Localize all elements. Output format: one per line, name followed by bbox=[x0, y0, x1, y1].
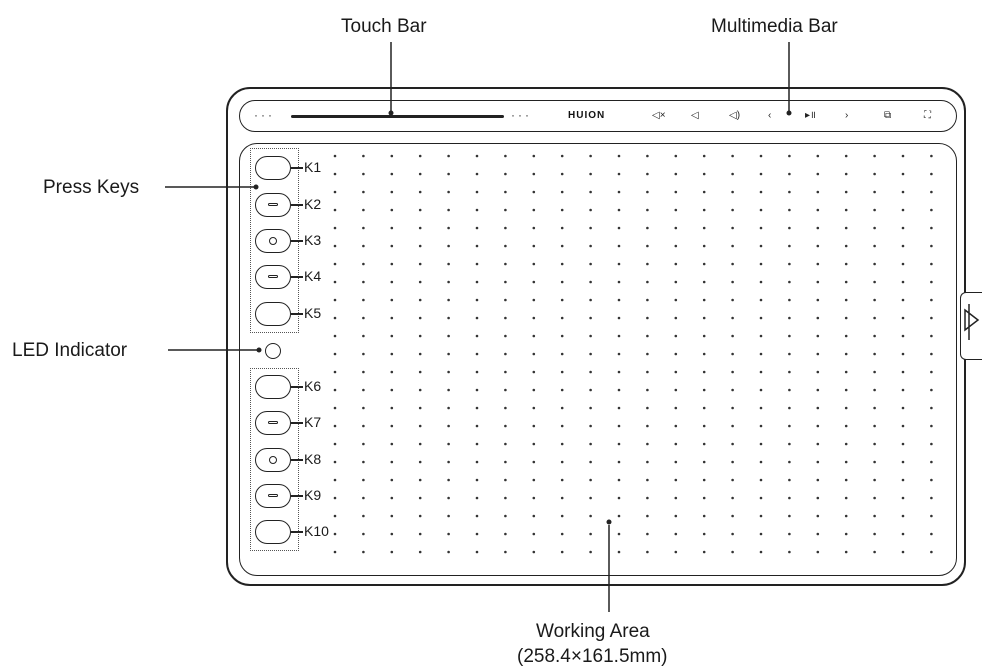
press-key-label-k7: K7 bbox=[304, 414, 322, 430]
touch-bar-label: Touch Bar bbox=[341, 16, 427, 37]
press-key-leader bbox=[291, 313, 303, 315]
press-key-label-k5: K5 bbox=[304, 305, 322, 321]
press-key-label-k1: K1 bbox=[304, 159, 322, 175]
key-dash-mark bbox=[268, 203, 278, 206]
press-key-k3[interactable] bbox=[255, 229, 291, 253]
touch-bar-dots-left: ··· bbox=[254, 108, 275, 122]
press-key-leader bbox=[291, 495, 303, 497]
press-key-k6[interactable] bbox=[255, 375, 291, 399]
key-dash-mark bbox=[268, 494, 278, 497]
press-key-label-k10: K10 bbox=[304, 523, 329, 539]
mute-icon[interactable]: ◁× bbox=[652, 111, 666, 121]
working-area-size-label: (258.4×161.5mm) bbox=[517, 646, 668, 667]
press-key-leader bbox=[291, 276, 303, 278]
press-key-label-k9: K9 bbox=[304, 487, 322, 503]
play-pause-icon[interactable]: ▸॥ bbox=[805, 111, 816, 121]
press-key-label-k2: K2 bbox=[304, 196, 322, 212]
press-key-leader bbox=[291, 459, 303, 461]
press-key-label-k8: K8 bbox=[304, 451, 322, 467]
key-ring-mark bbox=[269, 456, 277, 464]
press-key-k8[interactable] bbox=[255, 448, 291, 472]
volume-up-icon[interactable]: ◁) bbox=[729, 111, 740, 121]
touch-bar-slider[interactable] bbox=[291, 115, 504, 118]
led-indicator-label: LED Indicator bbox=[12, 340, 128, 361]
brand-logo: HUION bbox=[568, 110, 606, 121]
working-area[interactable] bbox=[239, 143, 957, 576]
fullscreen-icon[interactable]: ⛶ bbox=[924, 111, 931, 121]
press-key-k1[interactable] bbox=[255, 156, 291, 180]
press-key-k7[interactable] bbox=[255, 411, 291, 435]
key-dash-mark bbox=[268, 275, 278, 278]
press-key-k9[interactable] bbox=[255, 484, 291, 508]
key-ring-mark bbox=[269, 237, 277, 245]
previous-icon[interactable]: ‹ bbox=[768, 111, 771, 121]
press-key-label-k6: K6 bbox=[304, 378, 322, 394]
press-key-leader bbox=[291, 422, 303, 424]
key-dash-mark bbox=[268, 421, 278, 424]
touch-bar-dots-right: ··· bbox=[511, 108, 532, 122]
press-key-leader bbox=[291, 386, 303, 388]
multimedia-bar-label: Multimedia Bar bbox=[711, 16, 838, 37]
press-key-leader bbox=[291, 167, 303, 169]
press-key-leader bbox=[291, 240, 303, 242]
led-indicator bbox=[265, 343, 281, 359]
press-key-label-k3: K3 bbox=[304, 232, 322, 248]
working-area-label: Working Area bbox=[536, 621, 650, 642]
side-connector bbox=[960, 292, 982, 360]
press-key-k5[interactable] bbox=[255, 302, 291, 326]
press-key-leader bbox=[291, 204, 303, 206]
next-icon[interactable]: › bbox=[845, 111, 848, 121]
press-key-k2[interactable] bbox=[255, 193, 291, 217]
press-keys-label: Press Keys bbox=[43, 177, 140, 198]
press-key-k10[interactable] bbox=[255, 520, 291, 544]
screen-switch-icon[interactable]: ⧉ bbox=[884, 111, 891, 121]
press-key-leader bbox=[291, 531, 303, 533]
press-key-k4[interactable] bbox=[255, 265, 291, 289]
press-key-label-k4: K4 bbox=[304, 268, 322, 284]
volume-down-icon[interactable]: ◁ bbox=[691, 111, 699, 121]
